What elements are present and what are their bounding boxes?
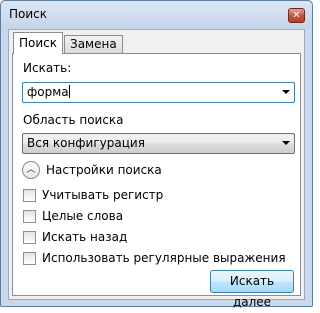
- checkbox-icon[interactable]: [23, 252, 36, 265]
- search-area-value: Вся конфигурация: [27, 136, 145, 150]
- search-area-select[interactable]: Вся конфигурация: [22, 133, 295, 154]
- chevron-up-icon[interactable]: ︿: [22, 161, 40, 179]
- checkbox-label: Учитывать регистр: [42, 188, 164, 202]
- text-caret: [68, 85, 70, 98]
- close-button[interactable]: ✕: [288, 8, 305, 23]
- tab-replace[interactable]: Замена: [64, 35, 123, 53]
- title-bar[interactable]: Поиск ✕: [1, 1, 312, 29]
- find-next-button[interactable]: Искать далее: [210, 270, 294, 309]
- checkbox-icon[interactable]: [23, 231, 36, 244]
- chevron-down-icon[interactable]: [282, 90, 290, 94]
- checkbox-icon[interactable]: [23, 210, 36, 223]
- search-area-label: Область поиска: [23, 113, 124, 127]
- tab-search[interactable]: Поиск: [13, 32, 64, 54]
- checkbox-label: Искать назад: [42, 230, 128, 244]
- find-input[interactable]: форма: [22, 82, 295, 103]
- checkbox-icon[interactable]: [23, 189, 36, 202]
- find-input-value: форма: [27, 85, 69, 99]
- search-dialog: Поиск ✕ Поиск Замена Искать: форма Облас…: [0, 0, 313, 309]
- checkbox-label: Целые слова: [42, 209, 124, 223]
- search-settings-label: Настройки поиска: [46, 163, 162, 177]
- chevron-down-icon[interactable]: [282, 141, 290, 145]
- close-icon: ✕: [292, 9, 301, 21]
- checkbox-label: Использовать регулярные выражения: [42, 251, 286, 265]
- find-label: Искать:: [23, 61, 72, 75]
- search-settings-expander[interactable]: ︿ Настройки поиска: [22, 161, 222, 181]
- search-tab-panel: Искать: форма Область поиска Вся конфигу…: [12, 53, 301, 309]
- window-title: Поиск: [9, 7, 48, 21]
- dialog-body: Поиск Замена Искать: форма Область поиск…: [8, 29, 305, 309]
